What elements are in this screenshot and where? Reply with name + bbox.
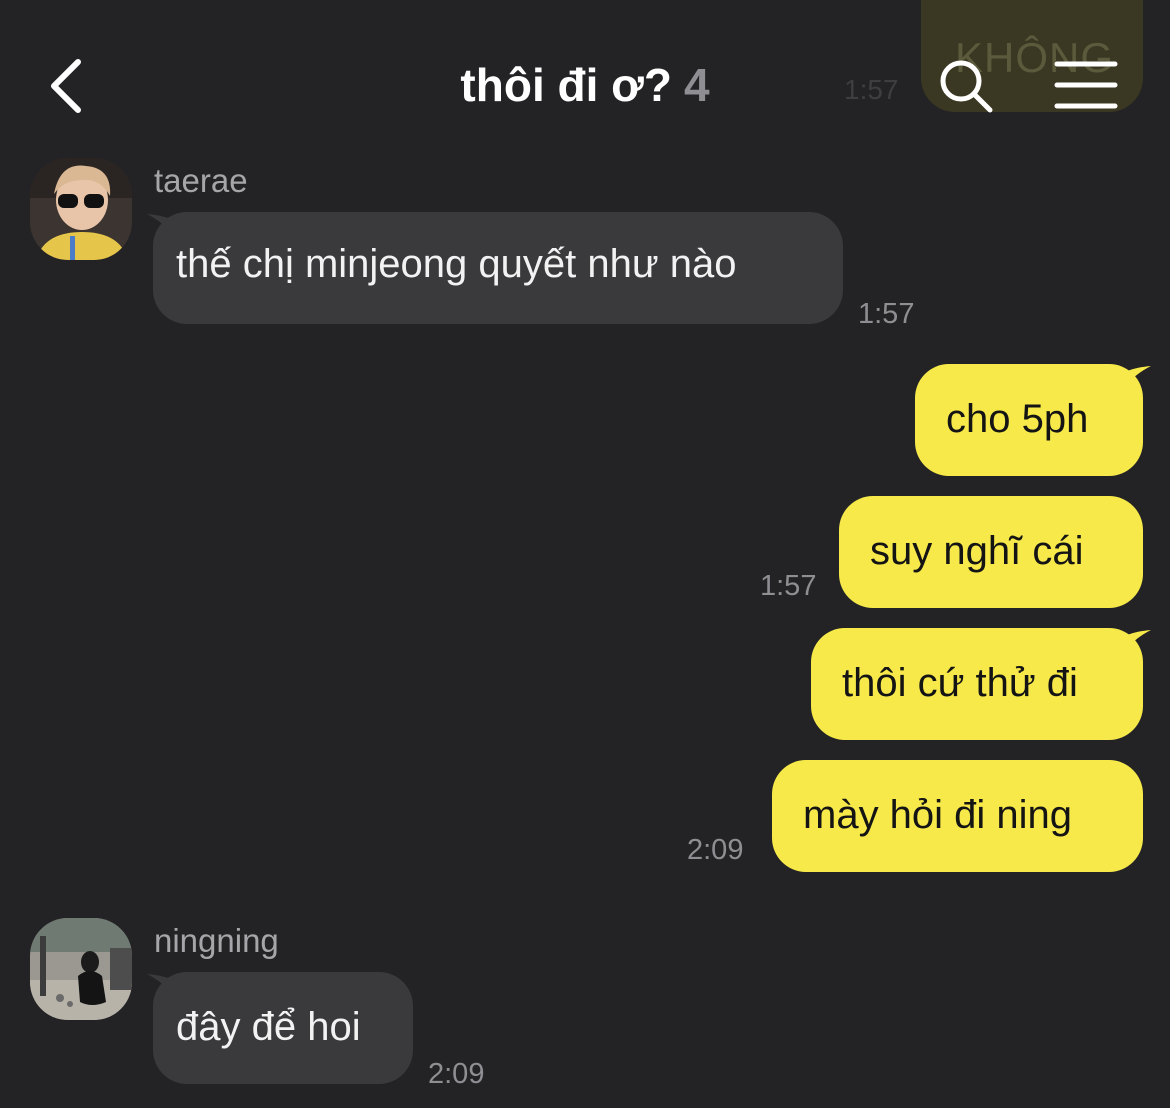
avatar-ningning[interactable] — [30, 918, 132, 1020]
message-time: 1:57 — [858, 298, 915, 330]
avatar-taerae[interactable] — [30, 158, 132, 260]
message-time: 2:09 — [687, 834, 744, 866]
message-time: 2:09 — [428, 1058, 485, 1090]
message-bubble-outgoing[interactable]: mày hỏi đi ning — [772, 760, 1143, 872]
message-bubble-outgoing[interactable]: suy nghĩ cái — [839, 496, 1143, 608]
menu-icon[interactable] — [1054, 60, 1118, 110]
member-count: 4 — [683, 59, 710, 111]
chat-name: thôi đi ơ? — [460, 59, 672, 111]
sender-name-ningning: ningning — [154, 922, 279, 959]
message-bubble-outgoing[interactable]: cho 5ph — [915, 364, 1143, 476]
message-time: 1:57 — [760, 570, 817, 602]
message-bubble-incoming[interactable]: thế chị minjeong quyết như nào — [153, 212, 843, 324]
message-bubble-outgoing[interactable]: thôi cứ thử đi — [811, 628, 1143, 740]
search-icon[interactable] — [936, 56, 996, 116]
message-bubble-incoming[interactable]: đây để hoi — [153, 972, 413, 1084]
sender-name-taerae: taerae — [154, 162, 248, 199]
